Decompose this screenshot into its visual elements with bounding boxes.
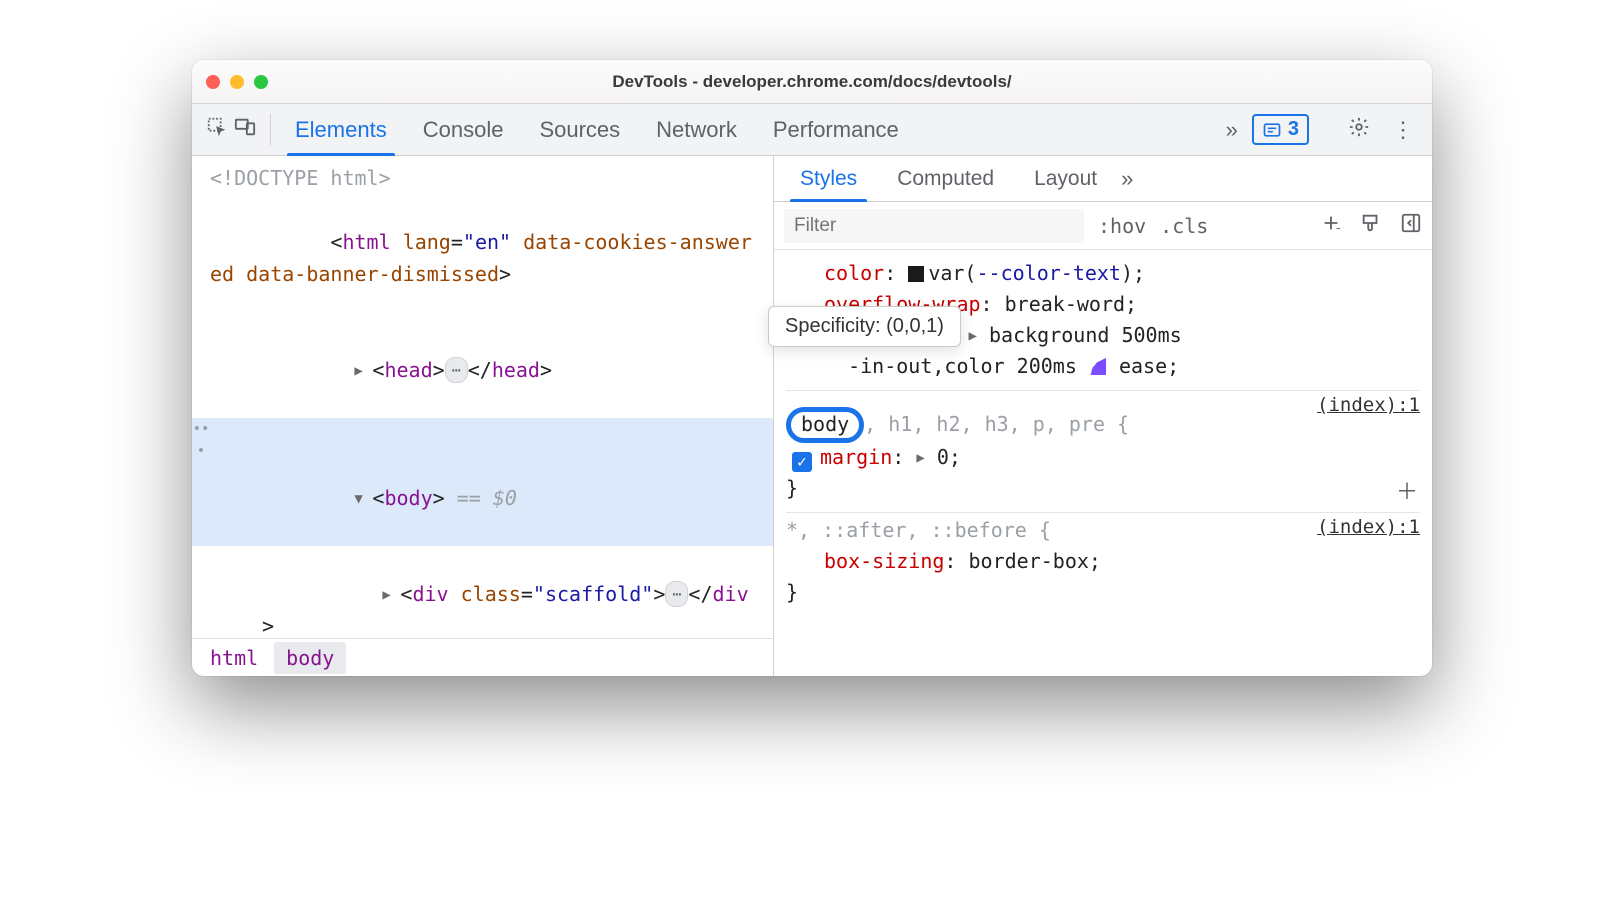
prop-color-name[interactable]: color: [824, 261, 884, 285]
rule-origin-link[interactable]: (index):1: [1317, 513, 1420, 542]
prop-transition-value-b[interactable]: -in-out,color 200ms: [848, 354, 1089, 378]
tab-sources[interactable]: Sources: [521, 104, 638, 155]
more-subtabs-icon[interactable]: »: [1117, 166, 1137, 192]
new-style-rule-icon[interactable]: [1320, 212, 1342, 239]
prop-margin-value[interactable]: 0;: [937, 445, 961, 469]
main-toolbar: Elements Console Sources Network Perform…: [192, 104, 1432, 156]
tab-network[interactable]: Network: [638, 104, 755, 155]
device-toolbar-icon[interactable]: [234, 116, 256, 143]
selector-universal[interactable]: *, ::after, ::before {: [786, 518, 1051, 542]
prop-transition-value-c[interactable]: ease;: [1119, 354, 1179, 378]
cls-toggle[interactable]: .cls: [1160, 214, 1208, 238]
dom-doctype[interactable]: <!DOCTYPE html>: [192, 162, 773, 194]
elements-panel: <!DOCTYPE html> <html lang="en" data-coo…: [192, 156, 774, 676]
prop-box-sizing-value[interactable]: border-box;: [969, 549, 1101, 573]
ellipsis-pill[interactable]: ⋯: [445, 357, 468, 383]
style-rule-3[interactable]: (index):1 *, ::after, ::before { box-siz…: [786, 513, 1420, 616]
prop-margin-name[interactable]: margin: [820, 445, 892, 469]
color-swatch-icon[interactable]: [908, 266, 924, 282]
paint-brush-icon[interactable]: [1360, 212, 1382, 239]
prop-box-sizing-name[interactable]: box-sizing: [824, 549, 944, 573]
rule-close-brace: }: [786, 473, 1420, 504]
breadcrumb: html body: [192, 638, 773, 676]
inspect-element-icon[interactable]: [206, 116, 228, 143]
settings-gear-icon[interactable]: [1342, 116, 1376, 144]
tab-performance[interactable]: Performance: [755, 104, 917, 155]
dom-head[interactable]: ▶<head>⋯</head>: [192, 322, 773, 418]
subtab-styles[interactable]: Styles: [780, 156, 877, 201]
collapse-triangle-icon[interactable]: ▼: [354, 488, 368, 510]
dollar-zero-label: == $0: [457, 486, 517, 510]
computed-sidebar-toggle-icon[interactable]: [1400, 212, 1422, 239]
tab-console[interactable]: Console: [405, 104, 522, 155]
add-property-icon[interactable]: ＋: [1396, 476, 1418, 510]
expand-triangle-icon[interactable]: ▶: [382, 584, 396, 606]
prop-overflow-wrap-value[interactable]: break-word;: [1005, 292, 1137, 316]
more-tabs-icon[interactable]: »: [1222, 117, 1242, 143]
selected-gutter-icon: •••: [192, 418, 210, 546]
subtab-computed[interactable]: Computed: [877, 156, 1014, 201]
issues-count: 3: [1288, 118, 1299, 141]
expand-triangle-icon[interactable]: ▶: [916, 448, 924, 470]
dom-div-scaffold[interactable]: ▶<div class="scaffold">⋯</div>: [192, 546, 773, 638]
dom-body-selected[interactable]: ••• ▼<body> == $0: [192, 418, 773, 546]
kebab-menu-icon[interactable]: ⋮: [1386, 117, 1420, 143]
toolbar-divider: [270, 114, 271, 145]
property-enabled-checkbox[interactable]: ✓: [792, 452, 812, 472]
hov-toggle[interactable]: :hov: [1098, 214, 1146, 238]
styles-panel: Styles Computed Layout » :hov .cls: [774, 156, 1432, 676]
rule-origin-link[interactable]: (index):1: [1317, 391, 1420, 420]
css-var-name[interactable]: --color-text: [976, 261, 1121, 285]
subtab-layout[interactable]: Layout: [1014, 156, 1117, 201]
style-rule-2[interactable]: (index):1 body , h1, h2, h3, p, pre { ✓ m…: [786, 391, 1420, 513]
cubic-bezier-icon[interactable]: [1089, 357, 1107, 375]
highlighted-selector[interactable]: body: [786, 407, 864, 443]
specificity-tooltip: Specificity: (0,0,1): [768, 306, 961, 347]
rule-close-brace: }: [786, 577, 1420, 608]
sidebar-tabs: Styles Computed Layout »: [774, 156, 1432, 202]
window-title: DevTools - developer.chrome.com/docs/dev…: [192, 72, 1432, 92]
devtools-window: DevTools - developer.chrome.com/docs/dev…: [192, 60, 1432, 676]
styles-filterbar: :hov .cls: [774, 202, 1432, 250]
crumb-body[interactable]: body: [274, 642, 346, 674]
styles-filter-input[interactable]: [784, 209, 1084, 243]
crumb-html[interactable]: html: [198, 642, 270, 674]
expand-triangle-icon[interactable]: ▶: [969, 326, 977, 348]
expand-triangle-icon[interactable]: ▶: [354, 360, 368, 382]
titlebar: DevTools - developer.chrome.com/docs/dev…: [192, 60, 1432, 104]
tab-elements[interactable]: Elements: [277, 104, 405, 155]
prop-transition-value-a[interactable]: background 500ms: [989, 323, 1182, 347]
ellipsis-pill[interactable]: ⋯: [665, 581, 688, 607]
dom-tree[interactable]: <!DOCTYPE html> <html lang="en" data-coo…: [192, 156, 773, 638]
issues-badge[interactable]: 3: [1252, 114, 1309, 145]
selector-rest[interactable]: , h1, h2, h3, p, pre {: [864, 412, 1129, 436]
dom-html-open[interactable]: <html lang="en" data-cookies-answered da…: [192, 194, 773, 322]
